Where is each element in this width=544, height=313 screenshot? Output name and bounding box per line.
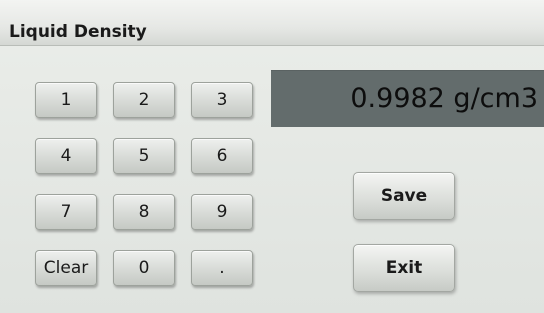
key-9[interactable]: 9: [191, 194, 253, 230]
key-2[interactable]: 2: [113, 82, 175, 118]
key-3[interactable]: 3: [191, 82, 253, 118]
key-0[interactable]: 0: [113, 250, 175, 286]
density-value: 0.9982 g/cm3: [350, 83, 538, 114]
exit-button[interactable]: Exit: [353, 244, 455, 292]
value-display: 0.9982 g/cm3: [271, 70, 544, 127]
window-title: Liquid Density: [9, 22, 147, 42]
key-4[interactable]: 4: [35, 138, 97, 174]
key-6[interactable]: 6: [191, 138, 253, 174]
clear-button[interactable]: Clear: [35, 250, 97, 286]
key-5[interactable]: 5: [113, 138, 175, 174]
key-1[interactable]: 1: [35, 82, 97, 118]
save-button[interactable]: Save: [353, 172, 455, 220]
key-7[interactable]: 7: [35, 194, 97, 230]
key-8[interactable]: 8: [113, 194, 175, 230]
decimal-point-key[interactable]: .: [191, 250, 253, 286]
title-bar: Liquid Density: [0, 0, 544, 46]
